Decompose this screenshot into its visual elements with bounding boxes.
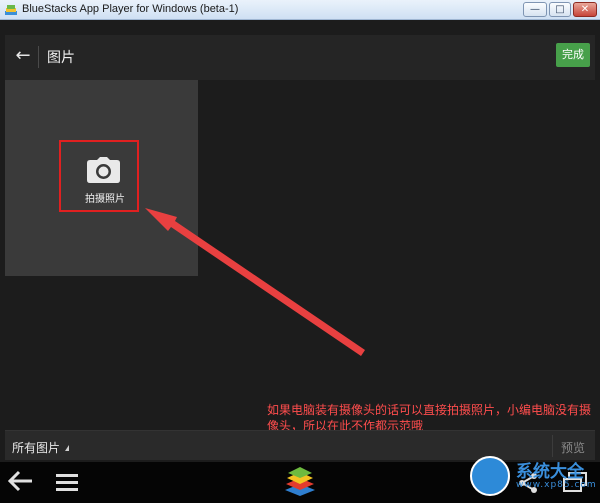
minimize-button[interactable]: — <box>523 2 547 17</box>
close-button[interactable]: ✕ <box>573 2 597 17</box>
window-title: BlueStacks App Player for Windows (beta-… <box>22 3 239 15</box>
menu-icon[interactable] <box>56 472 78 492</box>
watermark-title: 系统大全 <box>516 462 584 482</box>
window-titlebar: BlueStacks App Player for Windows (beta-… <box>0 0 600 20</box>
photo-grid: 拍摄照片 如果电脑装有摄像头的话可以直接拍摄照片，小编电脑没有摄像头，所以在此不… <box>5 80 595 433</box>
site-watermark: 系统大全 www.xp85.com <box>470 454 600 503</box>
done-button[interactable]: 完成 <box>556 43 590 67</box>
app-frame: ← 图片 完成 拍摄照片 如果电脑装有摄像头的话可以直接拍摄照片，小编电脑没有摄… <box>5 20 595 460</box>
maximize-button[interactable]: □ <box>549 2 571 17</box>
highlight-box <box>59 140 139 212</box>
watermark-url: www.xp85.com <box>516 480 597 490</box>
take-photo-tile[interactable]: 拍摄照片 <box>5 80 198 276</box>
action-bar: ← 图片 完成 <box>5 35 595 80</box>
back-arrow-icon[interactable]: ← <box>12 45 34 67</box>
actionbar-divider <box>38 46 39 68</box>
album-selector[interactable]: 所有图片 <box>12 439 60 456</box>
bluestacks-app-icon <box>5 5 17 15</box>
bluestacks-logo-icon[interactable] <box>283 466 317 499</box>
page-title: 图片 <box>47 50 75 66</box>
dropdown-caret-icon[interactable] <box>65 445 69 451</box>
watermark-logo-icon <box>470 456 510 496</box>
back-arrow-icon[interactable] <box>8 469 34 493</box>
